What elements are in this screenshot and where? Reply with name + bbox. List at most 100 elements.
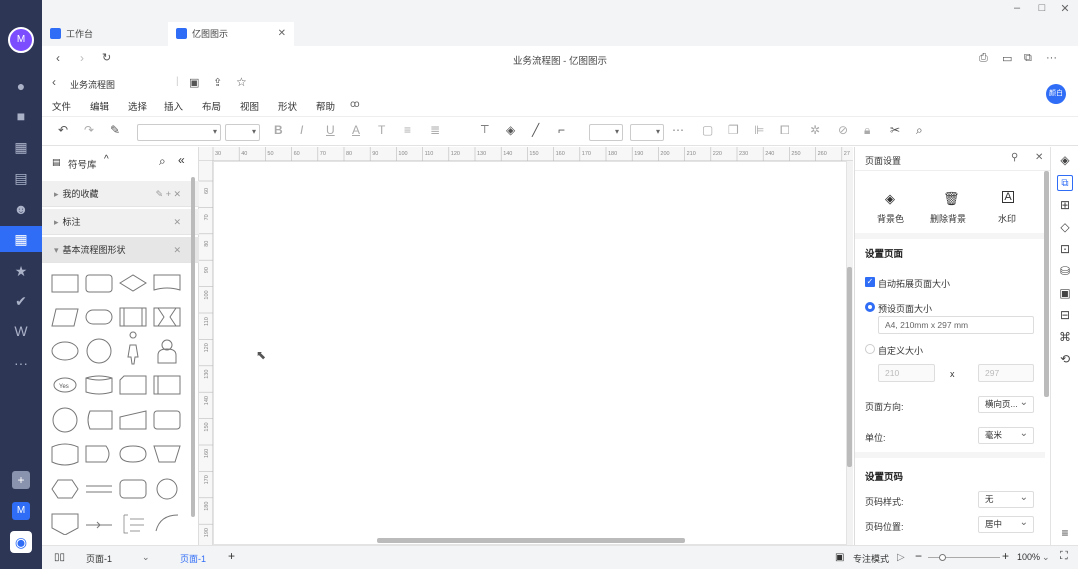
save-icon[interactable]: ▣ [189, 76, 199, 89]
more-options-icon[interactable]: ··· [1046, 52, 1057, 64]
user-avatar[interactable]: M [8, 27, 34, 53]
close-window-button[interactable]: ✕ [1058, 2, 1072, 15]
rotate-icon[interactable]: ✲ [810, 123, 820, 137]
remove-category-icon[interactable]: ✕ [173, 237, 181, 263]
calendar-icon[interactable]: ▦ [12, 138, 30, 156]
canvas-vertical-scrollbar[interactable] [847, 267, 852, 467]
maximize-button[interactable]: □ [1035, 2, 1049, 14]
add-page-button[interactable]: + [228, 549, 235, 563]
tools-icon[interactable]: ✂ [890, 123, 900, 137]
menu-file[interactable]: 文件 [52, 99, 71, 113]
edraw-app-icon[interactable]: ◉ [10, 531, 32, 553]
page-tab-active[interactable]: 页面-1 [180, 552, 206, 565]
align-icon[interactable]: ≡ [404, 123, 411, 137]
presentation-icon[interactable]: ⊡ [1057, 241, 1073, 257]
italic-icon[interactable]: I [300, 123, 303, 137]
arrow-style-select[interactable] [630, 124, 664, 141]
document-name[interactable]: 业务流程图 [70, 78, 115, 91]
library-category-annotation[interactable]: ▸ 标注 ✕ [42, 209, 199, 235]
favorite-icon[interactable]: ☆ [236, 75, 247, 89]
collapse-icon[interactable]: ^ [104, 154, 109, 165]
close-panel-icon[interactable]: ✕ [1035, 152, 1043, 163]
m-app-icon[interactable]: M [12, 502, 30, 520]
custom-size-radio[interactable] [865, 344, 875, 354]
page-select-chevron-icon[interactable]: ⌄ [142, 552, 150, 563]
ai-icon[interactable]: ꝏ [350, 99, 360, 110]
todo-icon[interactable]: ✔ [12, 292, 30, 310]
custom-height-input[interactable]: 297 [978, 364, 1034, 382]
crop-icon[interactable]: ⊘ [838, 123, 848, 137]
menu-shape[interactable]: 形状 [278, 99, 297, 113]
flowchart-shapes-grid[interactable]: Yes [48, 265, 188, 535]
fill-icon[interactable]: ◈ [506, 123, 515, 137]
textbox-icon[interactable]: ⊤ [480, 123, 490, 136]
workbench-icon[interactable]: ▦ [0, 226, 42, 252]
chat-icon[interactable]: ● [12, 77, 30, 95]
menu-layout[interactable]: 布局 [202, 99, 221, 113]
preset-size-select[interactable]: A4, 210mm x 297 mm [878, 316, 1034, 334]
docs-icon[interactable]: ▤ [12, 169, 30, 187]
star-icon[interactable]: ★ [12, 262, 30, 280]
font-size-select[interactable] [225, 124, 260, 141]
lock-icon[interactable]: 🔒︎ [864, 123, 870, 138]
drawing-page[interactable]: ⬉ [213, 161, 847, 545]
line-weight-icon[interactable]: ⋯ [672, 123, 684, 137]
delete-background-button[interactable]: 删除背景 [930, 212, 966, 225]
menu-insert[interactable]: 插入 [164, 99, 183, 113]
panel-scrollbar[interactable] [1044, 171, 1049, 397]
favorites-actions[interactable]: ✎ + ✕ [156, 181, 181, 207]
close-tab-icon[interactable]: ✕ [278, 22, 286, 46]
connector-icon[interactable]: ⌐ [558, 123, 565, 137]
orientation-select[interactable]: 横向页... [978, 395, 1034, 413]
library-title[interactable]: 符号库 [68, 157, 97, 171]
undo-icon[interactable]: ↶ [58, 123, 68, 137]
zoom-slider-thumb[interactable] [939, 554, 946, 561]
library-category-favorites[interactable]: ▸ 我的收藏 ✎ + ✕ [42, 181, 199, 207]
bold-icon[interactable]: B [274, 123, 283, 137]
library-search-icon[interactable]: ⌕ [159, 154, 166, 169]
fullscreen-icon[interactable]: ▣ [835, 552, 844, 563]
menu-edit[interactable]: 编辑 [90, 99, 109, 113]
remove-category-icon[interactable]: ✕ [173, 209, 181, 235]
zoom-in-icon[interactable]: + [1002, 549, 1009, 563]
data-icon[interactable]: ⛁ [1057, 263, 1073, 279]
add-app-icon[interactable]: + [12, 471, 30, 489]
fit-screen-icon[interactable]: ⛶ [1060, 550, 1068, 563]
canvas-horizontal-scrollbar[interactable] [377, 538, 685, 543]
custom-width-input[interactable]: 210 [878, 364, 935, 382]
group-icon[interactable]: ⧠ [780, 123, 790, 138]
tab-edraw[interactable]: 亿图图示 ✕ [168, 22, 294, 46]
number-style-select[interactable]: 无 [978, 490, 1034, 508]
redo-icon[interactable]: ↷ [84, 123, 94, 137]
popout-icon[interactable]: ⧉ [1024, 52, 1032, 65]
back-arrow-icon[interactable]: ‹ [52, 75, 56, 89]
preset-size-radio[interactable] [865, 302, 875, 312]
background-color-icon[interactable]: ◈ [885, 191, 895, 207]
window-icon[interactable]: ▭ [1002, 52, 1012, 65]
menu-view[interactable]: 视图 [240, 99, 259, 113]
spacing-icon[interactable]: ≣ [430, 123, 440, 137]
wps-icon[interactable]: W [12, 322, 30, 340]
play-icon[interactable]: ▷ [897, 552, 905, 563]
format-painter-icon[interactable]: ✎ [110, 123, 120, 137]
shadow-icon[interactable]: ❐ [728, 123, 739, 137]
fill-panel-icon[interactable]: ◈ [1057, 152, 1073, 168]
video-icon[interactable]: ■ [12, 107, 30, 125]
zoom-chevron-icon[interactable]: ⌄ [1042, 552, 1050, 563]
delete-background-icon[interactable]: 🗑︎ [943, 191, 960, 207]
library-scrollbar[interactable] [191, 177, 195, 517]
menu-help[interactable]: 帮助 [316, 99, 335, 113]
grid-panel-icon[interactable]: ⊞ [1057, 197, 1073, 213]
more-icon[interactable]: ··· [12, 354, 30, 372]
page-select[interactable]: 页面-1 [86, 552, 112, 565]
network-icon[interactable]: ⌘ [1057, 329, 1073, 345]
line-style-select[interactable] [589, 124, 623, 141]
page-setup-icon[interactable]: ⧉ [1057, 175, 1073, 191]
image-icon[interactable]: ▣ [1057, 285, 1073, 301]
watermark-icon[interactable]: A [1002, 191, 1014, 203]
watermark-button[interactable]: 水印 [998, 212, 1016, 225]
export-icon[interactable]: ⇪ [213, 76, 222, 89]
history-icon[interactable]: ⟲ [1057, 351, 1073, 367]
auto-extend-checkbox[interactable]: ✓ [865, 277, 875, 287]
unit-select[interactable]: 毫米 [978, 426, 1034, 444]
